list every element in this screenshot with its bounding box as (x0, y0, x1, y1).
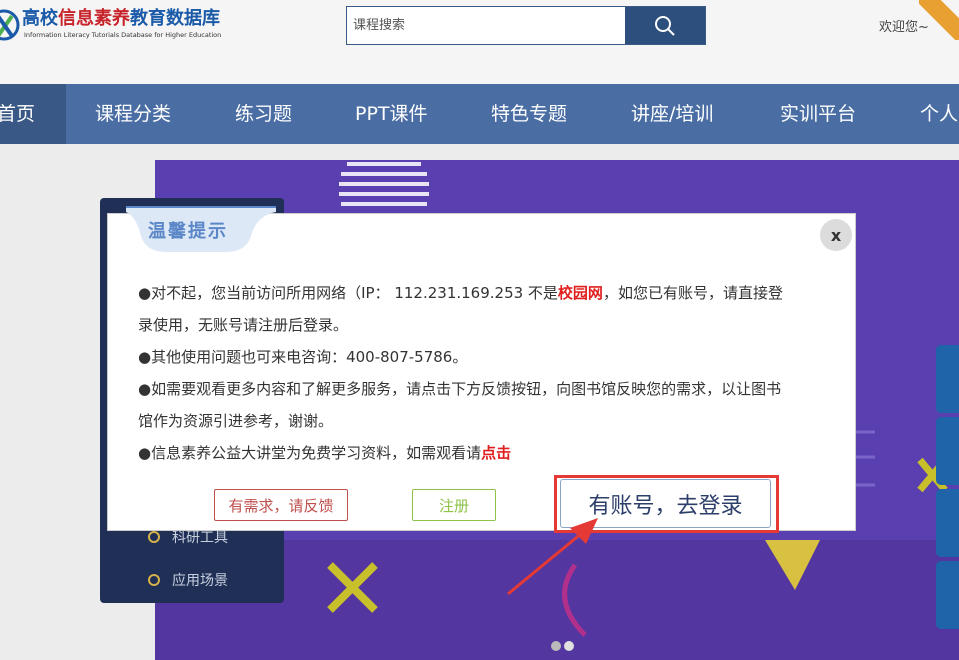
nav-course-category[interactable]: 课程分类 (95, 84, 171, 144)
dialog-line-3: ●其他使用问题也可来电咨询：400-807-5786。 (138, 348, 468, 366)
logo-icon (0, 9, 20, 41)
search-input[interactable] (347, 7, 625, 44)
register-button[interactable]: 注册 (412, 489, 496, 521)
feedback-button[interactable]: 有需求，请反馈 (214, 489, 348, 521)
nav-lectures[interactable]: 讲座/培训 (631, 84, 713, 144)
scenario-icon (148, 574, 160, 586)
right-tab-4[interactable] (936, 561, 959, 629)
logo[interactable]: 高校信息素养教育数据库 Information Literacy Tutoria… (0, 0, 245, 48)
corner-ribbon[interactable] (919, 0, 959, 40)
dialog-line-2: 录使用，无账号请注册后登录。 (138, 316, 349, 334)
right-tab-3[interactable] (936, 489, 959, 557)
right-tab-1[interactable] (936, 345, 959, 413)
carousel-dot-1[interactable] (551, 641, 561, 651)
search-box (346, 6, 706, 45)
right-tab-chat[interactable] (936, 417, 959, 485)
dialog-title: 温馨提示 (148, 221, 228, 242)
nav-personal[interactable]: 个人 (920, 84, 958, 144)
research-tools-icon (148, 531, 160, 543)
header: 高校信息素养教育数据库 Information Literacy Tutoria… (0, 0, 959, 84)
nav-training-platform[interactable]: 实训平台 (780, 84, 856, 144)
search-button[interactable] (625, 7, 705, 44)
close-button[interactable]: x (820, 219, 852, 251)
dialog-line-5: 馆作为资源引进参考，谢谢。 (138, 412, 334, 430)
dialog-line-1: ●对不起，您当前访问所用网络（IP： 112.231.169.253 不是校园网… (138, 284, 783, 302)
search-icon (655, 15, 675, 36)
logo-subtitle: Information Literacy Tutorials Database … (24, 31, 222, 39)
campus-network-text: 校园网 (557, 284, 603, 302)
main-nav: 首页 课程分类 练习题 PPT课件 特色专题 讲座/培训 实训平台 个人 (0, 84, 959, 144)
nav-ppt[interactable]: PPT课件 (355, 84, 428, 144)
nav-home[interactable]: 首页 (0, 84, 66, 144)
nav-special-topics[interactable]: 特色专题 (491, 84, 567, 144)
click-link[interactable]: 点击 (481, 444, 511, 462)
dialog-line-6: ●信息素养公益大讲堂为免费学习资料，如需观看请点击 (138, 444, 512, 462)
carousel-dots (551, 636, 577, 655)
sidebar-item-scenarios[interactable]: 应用场景 (172, 570, 228, 590)
nav-exercises[interactable]: 练习题 (235, 84, 292, 144)
annotation-arrow-icon (507, 518, 598, 596)
logo-title: 高校信息素养教育数据库 (22, 8, 220, 29)
carousel-dot-2[interactable] (564, 641, 574, 651)
dialog-line-4: ●如需要观看更多内容和了解更多服务，请点击下方反馈按钮，向图书馆反映您的需求，以… (138, 380, 782, 398)
